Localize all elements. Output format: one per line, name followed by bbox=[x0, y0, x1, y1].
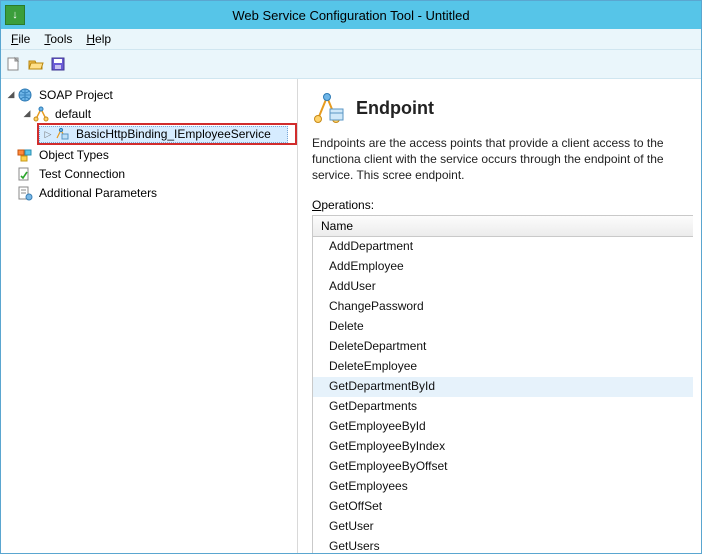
project-icon bbox=[17, 87, 33, 103]
menubar: File Tools Help bbox=[1, 29, 701, 50]
tree-node-additional-params[interactable]: Additional Parameters bbox=[5, 183, 297, 202]
toolbar bbox=[1, 50, 701, 79]
endpoint-icon bbox=[54, 126, 70, 142]
operation-row[interactable]: GetUser bbox=[313, 517, 693, 537]
content-heading: Endpoint bbox=[356, 98, 434, 119]
app-icon: ↓ bbox=[5, 5, 25, 25]
operation-row[interactable]: GetOffSet bbox=[313, 497, 693, 517]
menu-help[interactable]: Help bbox=[80, 31, 117, 47]
tree-node-default[interactable]: ◢ default bbox=[5, 104, 297, 123]
new-icon[interactable] bbox=[5, 55, 23, 73]
operation-row[interactable]: DeleteEmployee bbox=[313, 357, 693, 377]
operation-row[interactable]: AddDepartment bbox=[313, 237, 693, 257]
tree-view[interactable]: ◢ SOAP Project ◢ default ▷ BasicHttpBind… bbox=[1, 79, 298, 553]
operation-row[interactable]: GetEmployees bbox=[313, 477, 693, 497]
tree-node-object-types[interactable]: Object Types bbox=[5, 145, 297, 164]
operation-row[interactable]: DeleteDepartment bbox=[313, 337, 693, 357]
window-title: Web Service Configuration Tool - Untitle… bbox=[232, 8, 469, 23]
operations-grid[interactable]: Name AddDepartmentAddEmployeeAddUserChan… bbox=[312, 215, 693, 553]
endpoint-header-icon bbox=[312, 91, 346, 125]
content-description: Endpoints are the access points that pro… bbox=[312, 135, 692, 184]
tree-node-soap-project[interactable]: ◢ SOAP Project bbox=[5, 85, 297, 104]
operation-row[interactable]: GetEmployeeById bbox=[313, 417, 693, 437]
open-icon[interactable] bbox=[27, 55, 45, 73]
menu-tools[interactable]: Tools bbox=[38, 31, 78, 47]
tree-label: SOAP Project bbox=[36, 87, 116, 103]
tree-label: Additional Parameters bbox=[36, 185, 160, 201]
operation-row[interactable]: GetEmployeeByIndex bbox=[313, 437, 693, 457]
operation-row[interactable]: GetDepartments bbox=[313, 397, 693, 417]
tree-label: default bbox=[52, 106, 94, 122]
service-icon bbox=[33, 106, 49, 122]
content-pane: Endpoint Endpoints are the access points… bbox=[298, 79, 701, 553]
titlebar: ↓ Web Service Configuration Tool - Untit… bbox=[1, 1, 701, 29]
operation-row[interactable]: GetDepartmentById bbox=[313, 377, 693, 397]
test-connection-icon bbox=[17, 166, 33, 182]
expander-icon[interactable]: ◢ bbox=[5, 89, 17, 100]
tree-node-binding[interactable]: ▷ BasicHttpBinding_IEmployeeService bbox=[37, 123, 297, 145]
menu-file[interactable]: File bbox=[5, 31, 36, 47]
save-icon[interactable] bbox=[49, 55, 67, 73]
tree-label: Test Connection bbox=[36, 166, 128, 182]
expander-icon[interactable]: ◢ bbox=[21, 108, 33, 119]
expander-icon[interactable]: ▷ bbox=[42, 129, 54, 140]
operation-row[interactable]: GetEmployeeByOffset bbox=[313, 457, 693, 477]
operation-row[interactable]: AddEmployee bbox=[313, 257, 693, 277]
grid-header-name[interactable]: Name bbox=[313, 216, 693, 237]
additional-params-icon bbox=[17, 185, 33, 201]
object-types-icon bbox=[17, 147, 33, 163]
operation-row[interactable]: ChangePassword bbox=[313, 297, 693, 317]
tree-node-test-connection[interactable]: Test Connection bbox=[5, 164, 297, 183]
tree-label: BasicHttpBinding_IEmployeeService bbox=[73, 126, 274, 142]
operation-row[interactable]: AddUser bbox=[313, 277, 693, 297]
operation-row[interactable]: GetUsers bbox=[313, 537, 693, 553]
tree-label: Object Types bbox=[36, 147, 112, 163]
operations-label: Operations: bbox=[312, 198, 701, 212]
operation-row[interactable]: Delete bbox=[313, 317, 693, 337]
